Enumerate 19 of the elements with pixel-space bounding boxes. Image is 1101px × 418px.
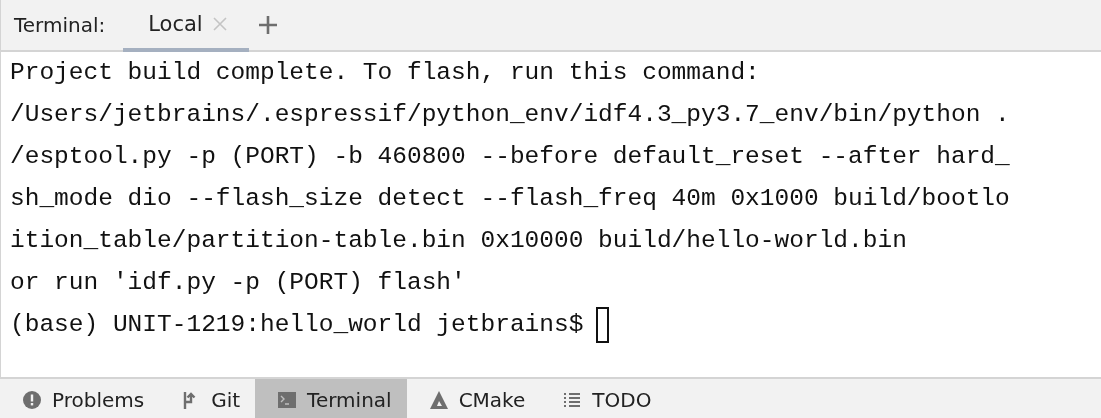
tool-window-button[interactable]: TODO xyxy=(540,379,667,418)
problems-icon xyxy=(22,389,42,410)
output-line: ition_table/partition-table.bin 0x10000 build/hello-world.bin xyxy=(10,226,907,256)
tool-window-button[interactable]: Problems xyxy=(0,379,160,418)
tool-window-button[interactable]: CMake xyxy=(406,379,541,418)
output-line: /Users/jetbrains/.espressif/python_env/idf4.3_py3.7_env/bin/python . xyxy=(10,100,1010,130)
output-line: sh_mode dio --flash_size detect --flash_freq 40m 0x1000 build/bootlo xyxy=(10,184,1010,214)
text-cursor xyxy=(596,307,610,343)
terminal-label: Terminal: xyxy=(13,13,107,37)
triangle-icon xyxy=(428,389,449,410)
output-line: /esptool.py -p (PORT) -b 460800 --before default_reset --after hard_ xyxy=(10,142,1010,172)
add-icon[interactable] xyxy=(256,14,279,36)
tool-window-button[interactable]: Terminal xyxy=(255,379,407,418)
tool-window-button[interactable]: Git xyxy=(159,379,256,418)
terminal-icon xyxy=(277,389,298,410)
terminal-tab[interactable]: Local xyxy=(123,0,249,52)
output-line: or run 'idf.py -p (PORT) flash' xyxy=(10,268,466,298)
output-line: Project build complete. To flash, run this command: xyxy=(10,58,760,88)
shell-prompt: (base) UNIT-1219:hello_world jetbrains$ xyxy=(10,310,584,340)
